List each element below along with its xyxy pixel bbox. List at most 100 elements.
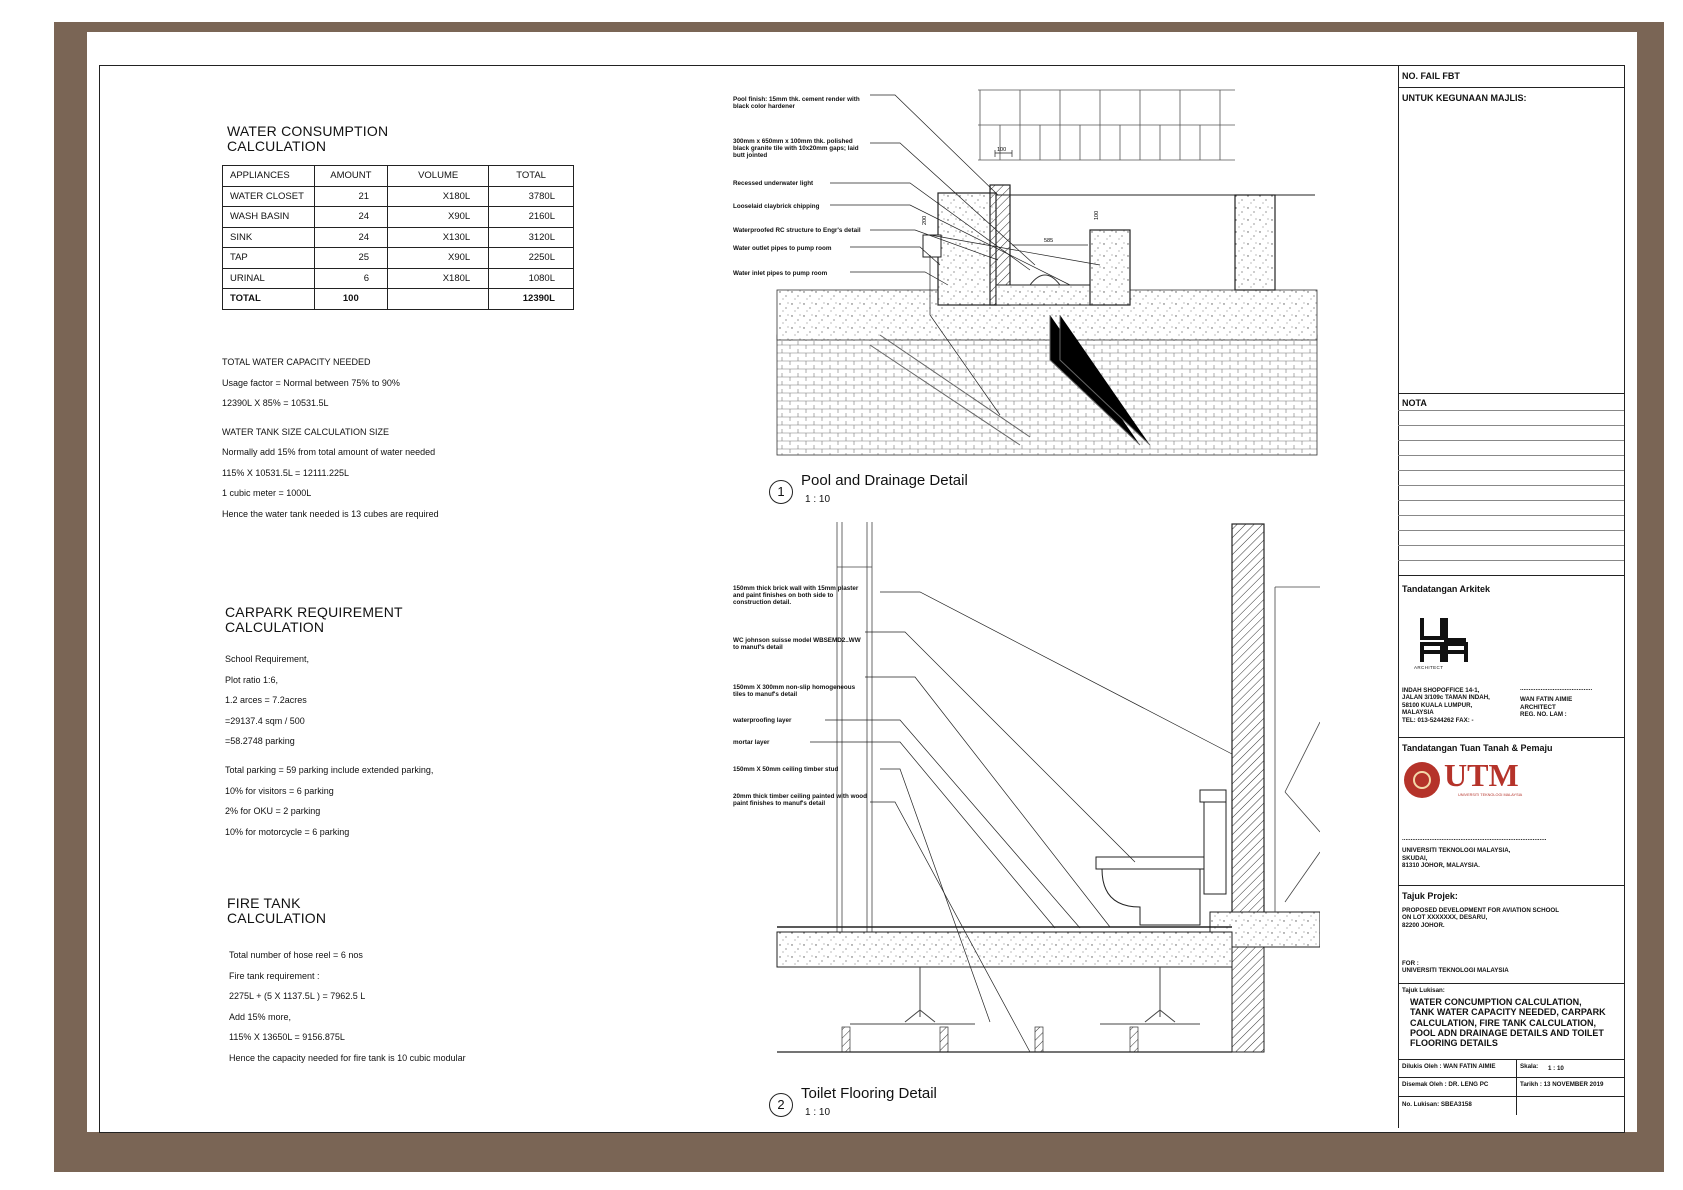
toilet-callout: 150mm X 50mm ceiling timber stud (733, 766, 839, 773)
carpark-line: Plot ratio 1:6, (225, 674, 279, 685)
capacity-line: 115% X 10531.5L = 12111.225L (222, 467, 350, 478)
water-section-title: WATER CONSUMPTION CALCULATION (227, 124, 388, 154)
nota-label: NOTA (1402, 398, 1427, 408)
pool-callout: Looselaid claybrick chipping (733, 203, 820, 210)
dim-label: 100 (997, 147, 1006, 153)
address-line: MALAYSIA (1402, 709, 1434, 717)
dim-label: 100 (1094, 211, 1100, 220)
fire-line: 2275L + (5 X 1137.5L ) = 7962.5 L (229, 991, 366, 1001)
dilukis-label: Dilukis Oleh : WAN FATIN AIMIE (1402, 1063, 1496, 1070)
capacity-line: TOTAL WATER CAPACITY NEEDED (222, 357, 371, 367)
architect-name: WAN FATIN AIMIE (1520, 696, 1573, 704)
cell-volume: X130L (387, 226, 490, 248)
capacity-line: Normally add 15% from total amount of wa… (222, 447, 436, 457)
detail-number-2: 2 (769, 1093, 793, 1117)
table-row: TAP 25 X90L 2250L (222, 247, 574, 269)
fire-line: Hence the capacity needed for fire tank … (229, 1052, 466, 1063)
cell-total: 2160L (488, 206, 574, 228)
architect-role: ARCHITECT (1520, 703, 1556, 711)
carpark-block: School Requirement, Plot ratio 1:6, 1.2 … (225, 654, 433, 847)
toilet-callout: waterproofing layer (733, 717, 792, 724)
untuk-label: UNTUK KEGUNAAN MAJLIS: (1402, 93, 1527, 103)
capacity-line: 12390L X 85% = 10531.5L (222, 398, 329, 408)
drawing-title-line: TANK WATER CAPACITY NEEDED, CARPARK (1410, 1007, 1606, 1018)
cell-appliance: TAP (222, 247, 315, 269)
signature-dots: ........................................… (1520, 685, 1593, 692)
carpark-line: 1.2 arces = 7.2acres (225, 695, 307, 705)
address-line: 58100 KUALA LUMPUR, (1402, 701, 1473, 709)
fire-section-title: FIRE TANK CALCULATION (227, 896, 326, 926)
carpark-line: School Requirement, (225, 654, 310, 664)
capacity-line: Usage factor = Normal between 75% to 90% (222, 377, 400, 388)
for-value: UNIVERSITI TEKNOLOGI MALAYSIA (1402, 967, 1509, 975)
address-line: TEL: 013-5244262 FAX: - (1402, 716, 1474, 724)
capacity-line: WATER TANK SIZE CALCULATION SIZE (222, 426, 390, 437)
detail-number-1: 1 (769, 480, 793, 504)
water-title-line2: CALCULATION (227, 138, 327, 154)
toilet-detail-scale: 1 : 10 (805, 1107, 831, 1118)
skala-label: Skala: (1520, 1063, 1539, 1070)
owner-line: SKUDAI, (1402, 854, 1428, 862)
pool-callout: Recessed underwater light (733, 180, 814, 187)
capacity-block: TOTAL WATER CAPACITY NEEDED Usage factor… (222, 357, 439, 529)
tajuk-lukisan-label: Tajuk Lukisan: (1402, 987, 1445, 994)
carpark-line: 2% for OKU = 2 parking (225, 806, 321, 816)
tajuk-projek-label: Tajuk Projek: (1402, 891, 1458, 901)
capacity-line: 1 cubic meter = 1000L (222, 488, 312, 498)
fire-line: 115% X 13650L = 9156.875L (229, 1032, 345, 1042)
dim-label: 200 (922, 216, 928, 225)
project-line: PROPOSED DEVELOPMENT FOR AVIATION SCHOOL (1402, 907, 1559, 914)
cell-volume: X180L (387, 267, 490, 289)
cell-volume: X90L (387, 247, 490, 269)
cell-appliance: WASH BASIN (222, 206, 315, 228)
toilet-callout: mortar layer (733, 739, 770, 746)
pool-detail-scale: 1 : 10 (805, 494, 831, 505)
owner-line: UNIVERSITI TEKNOLOGI MALAYSIA, (1402, 847, 1511, 855)
carpark-section-title: CARPARK REQUIREMENT CALCULATION (225, 605, 403, 635)
carpark-line: 10% for visitors = 6 parking (225, 785, 334, 796)
pool-callout: 300mm x 650mm x 100mm thk. polished blac… (733, 138, 859, 160)
cell-total: 1080L (488, 267, 574, 289)
pool-callout: Waterproofed RC structure to Engr's deta… (733, 227, 861, 234)
pool-detail-title: Pool and Drainage Detail (801, 472, 968, 489)
signature-dots: ........................................… (1402, 835, 1547, 842)
cell-total: 3780L (488, 185, 574, 207)
architect-logo (1420, 618, 1468, 662)
table-row: WATER CLOSET 21 X180L 3780L (222, 185, 574, 207)
cell-appliance: URINAL (222, 267, 315, 289)
cell-volume: X180L (387, 185, 490, 207)
table-header-row: APPLIANCES AMOUNT VOLUME TOTAL (222, 165, 574, 187)
architect-reg: REG. NO. LAM : (1520, 711, 1567, 719)
cell-appliance: WATER CLOSET (222, 185, 315, 207)
address-line: JALAN 3/109c TAMAN INDAH, (1402, 694, 1490, 702)
table-row: URINAL 6 X180L 1080L (222, 267, 574, 289)
toilet-callout: WC johnson suisse model WBSEMD2..WW to m… (733, 637, 861, 652)
col-header-amount: AMOUNT (313, 165, 389, 187)
disemak-label: Disemak Oleh : DR. LENG PC (1402, 1081, 1489, 1088)
tarikh-label: Tarikh : 13 NOVEMBER 2019 (1520, 1081, 1604, 1088)
cell-appliance: SINK (222, 226, 315, 248)
table-row: WASH BASIN 24 X90L 2160L (222, 206, 574, 228)
water-consumption-table: APPLIANCES AMOUNT VOLUME TOTAL WATER CLO… (222, 165, 574, 310)
cell-total-label: TOTAL (222, 288, 315, 310)
drawing-title-line: WATER CONCUMPTION CALCULATION, (1410, 997, 1582, 1007)
drawing-title-block: WATER CONCUMPTION CALCULATION, TANK WATE… (1410, 997, 1622, 1048)
pemaju-signature-label: Tandatangan Tuan Tanah & Pemaju (1402, 743, 1553, 753)
for-label: FOR : (1402, 960, 1419, 967)
cell-total: 3120L (488, 226, 574, 248)
fire-block: Total number of hose reel = 6 nos Fire t… (229, 950, 466, 1073)
architect-address: INDAH SHOPOFFICE 14-1, JALAN 3/109c TAMA… (1402, 687, 1522, 724)
title-block: NO. FAIL FBT UNTUK KEGUNAAN MAJLIS: NOTA… (1398, 65, 1624, 1128)
carpark-line: =58.2748 parking (225, 736, 295, 746)
skala-value: 1 : 10 (1548, 1065, 1564, 1072)
owner-block: ........................................… (1402, 835, 1622, 870)
carpark-title-line2: CALCULATION (225, 619, 325, 635)
dim-label: 585 (1044, 238, 1053, 244)
fire-line: Fire tank requirement : (229, 970, 320, 981)
carpark-line: 10% for motorcycle = 6 parking (225, 826, 350, 837)
col-header-volume: VOLUME (387, 165, 490, 187)
toilet-callout: 150mm thick brick wall with 15mm plaster… (733, 585, 859, 607)
utm-subtitle: UNIVERSITI TEKNOLOGI MALAYSIA (1458, 793, 1523, 797)
capacity-line: Hence the water tank needed is 13 cubes … (222, 508, 439, 519)
project-line: ON LOT XXXXXXX, DESARU, (1402, 914, 1488, 922)
